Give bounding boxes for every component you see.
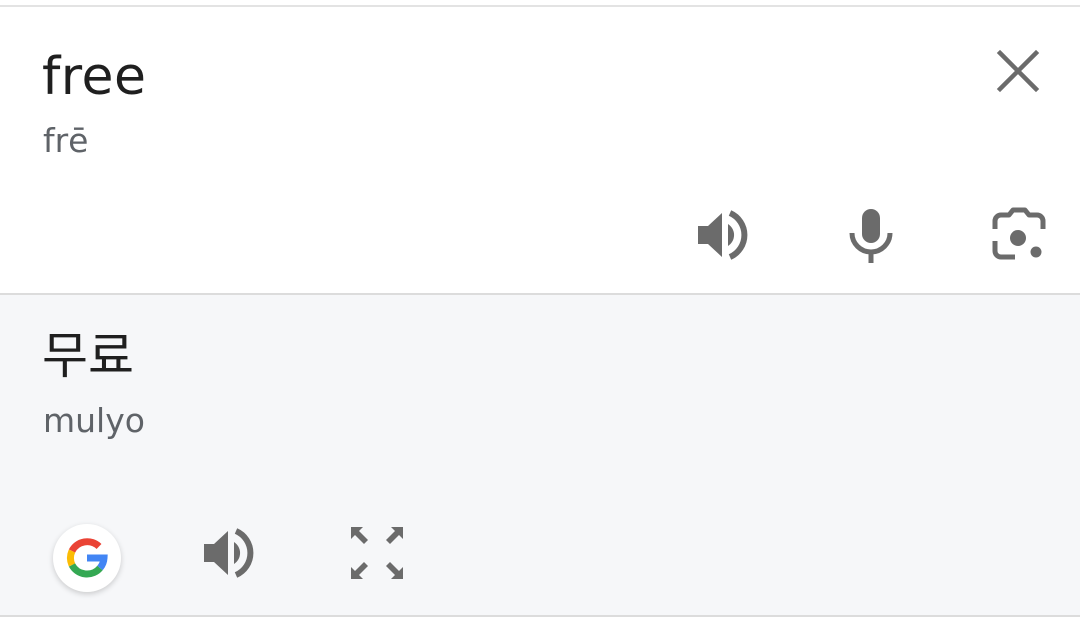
clear-button[interactable] bbox=[986, 39, 1050, 103]
translation-listen-button[interactable] bbox=[198, 521, 262, 585]
mic-icon bbox=[849, 209, 893, 263]
translation-transliteration: mulyo bbox=[43, 401, 145, 440]
source-listen-button[interactable] bbox=[692, 203, 756, 267]
google-logo-icon bbox=[67, 538, 108, 578]
camera-input-button[interactable] bbox=[987, 203, 1051, 267]
translation-text: 무료 bbox=[42, 327, 134, 385]
google-lens-icon bbox=[992, 207, 1046, 260]
close-icon bbox=[996, 49, 1040, 93]
google-search-button[interactable] bbox=[53, 524, 121, 592]
source-text[interactable]: free bbox=[42, 47, 147, 107]
source-panel: free frē bbox=[0, 7, 1080, 293]
bottom-spacer bbox=[0, 617, 1080, 634]
volume-up-icon bbox=[698, 210, 748, 260]
voice-input-button[interactable] bbox=[839, 203, 903, 267]
fullscreen-icon bbox=[351, 527, 403, 579]
volume-up-icon bbox=[204, 528, 254, 578]
translation-result-panel: 무료 mulyo bbox=[0, 295, 1080, 615]
source-transliteration: frē bbox=[43, 121, 89, 160]
fullscreen-button[interactable] bbox=[345, 521, 409, 585]
